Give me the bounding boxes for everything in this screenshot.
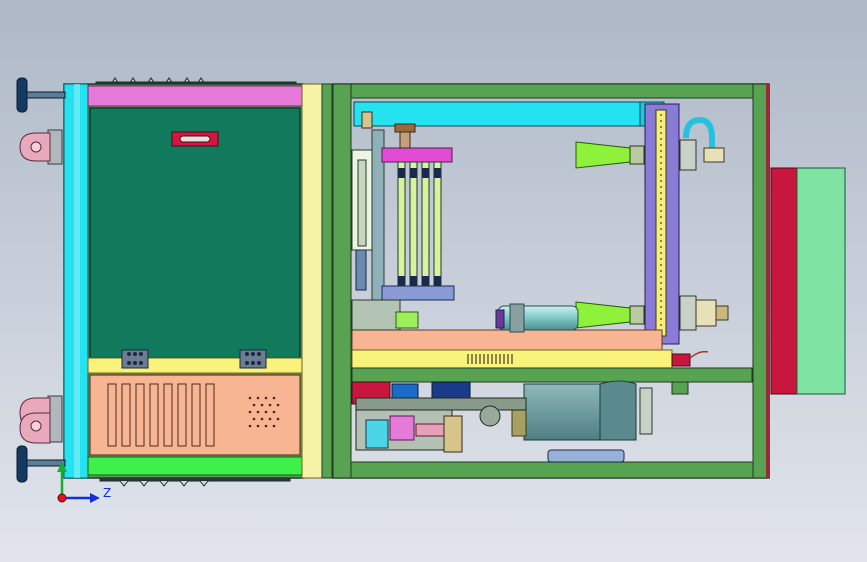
cyan-gantry-beam — [353, 101, 663, 127]
magenta-clamp — [381, 147, 453, 163]
cylinder-actuator — [495, 303, 579, 333]
side-control-box[interactable] — [770, 167, 846, 395]
peach-platform — [351, 329, 663, 351]
door-handle-icon[interactable] — [171, 131, 219, 147]
caster-wheel-top-icon — [19, 129, 63, 165]
yellow-divider-bar — [87, 357, 303, 374]
magenta-top-rail — [87, 85, 303, 107]
hinge-right-icon — [239, 349, 267, 369]
frame-left-rail — [332, 83, 352, 479]
yellow-right-column — [301, 83, 325, 479]
yellow-slide-bar — [351, 349, 673, 369]
green-guide-rail — [351, 367, 753, 383]
purple-column — [644, 103, 680, 345]
left-cabinet[interactable] — [63, 77, 333, 487]
nozzle-cone-lower-icon — [575, 301, 645, 329]
frame-bottom-rail — [332, 461, 770, 479]
nozzle-cone-upper-icon — [575, 141, 645, 169]
caster-wheel-bottom-icon — [19, 395, 63, 444]
cad-viewport[interactable]: Z — [0, 0, 867, 562]
hinge-left-icon — [121, 349, 149, 369]
axis-z-label: Z — [103, 486, 111, 500]
bottom-green-strip — [87, 456, 303, 476]
frame-top-rail — [332, 83, 770, 99]
